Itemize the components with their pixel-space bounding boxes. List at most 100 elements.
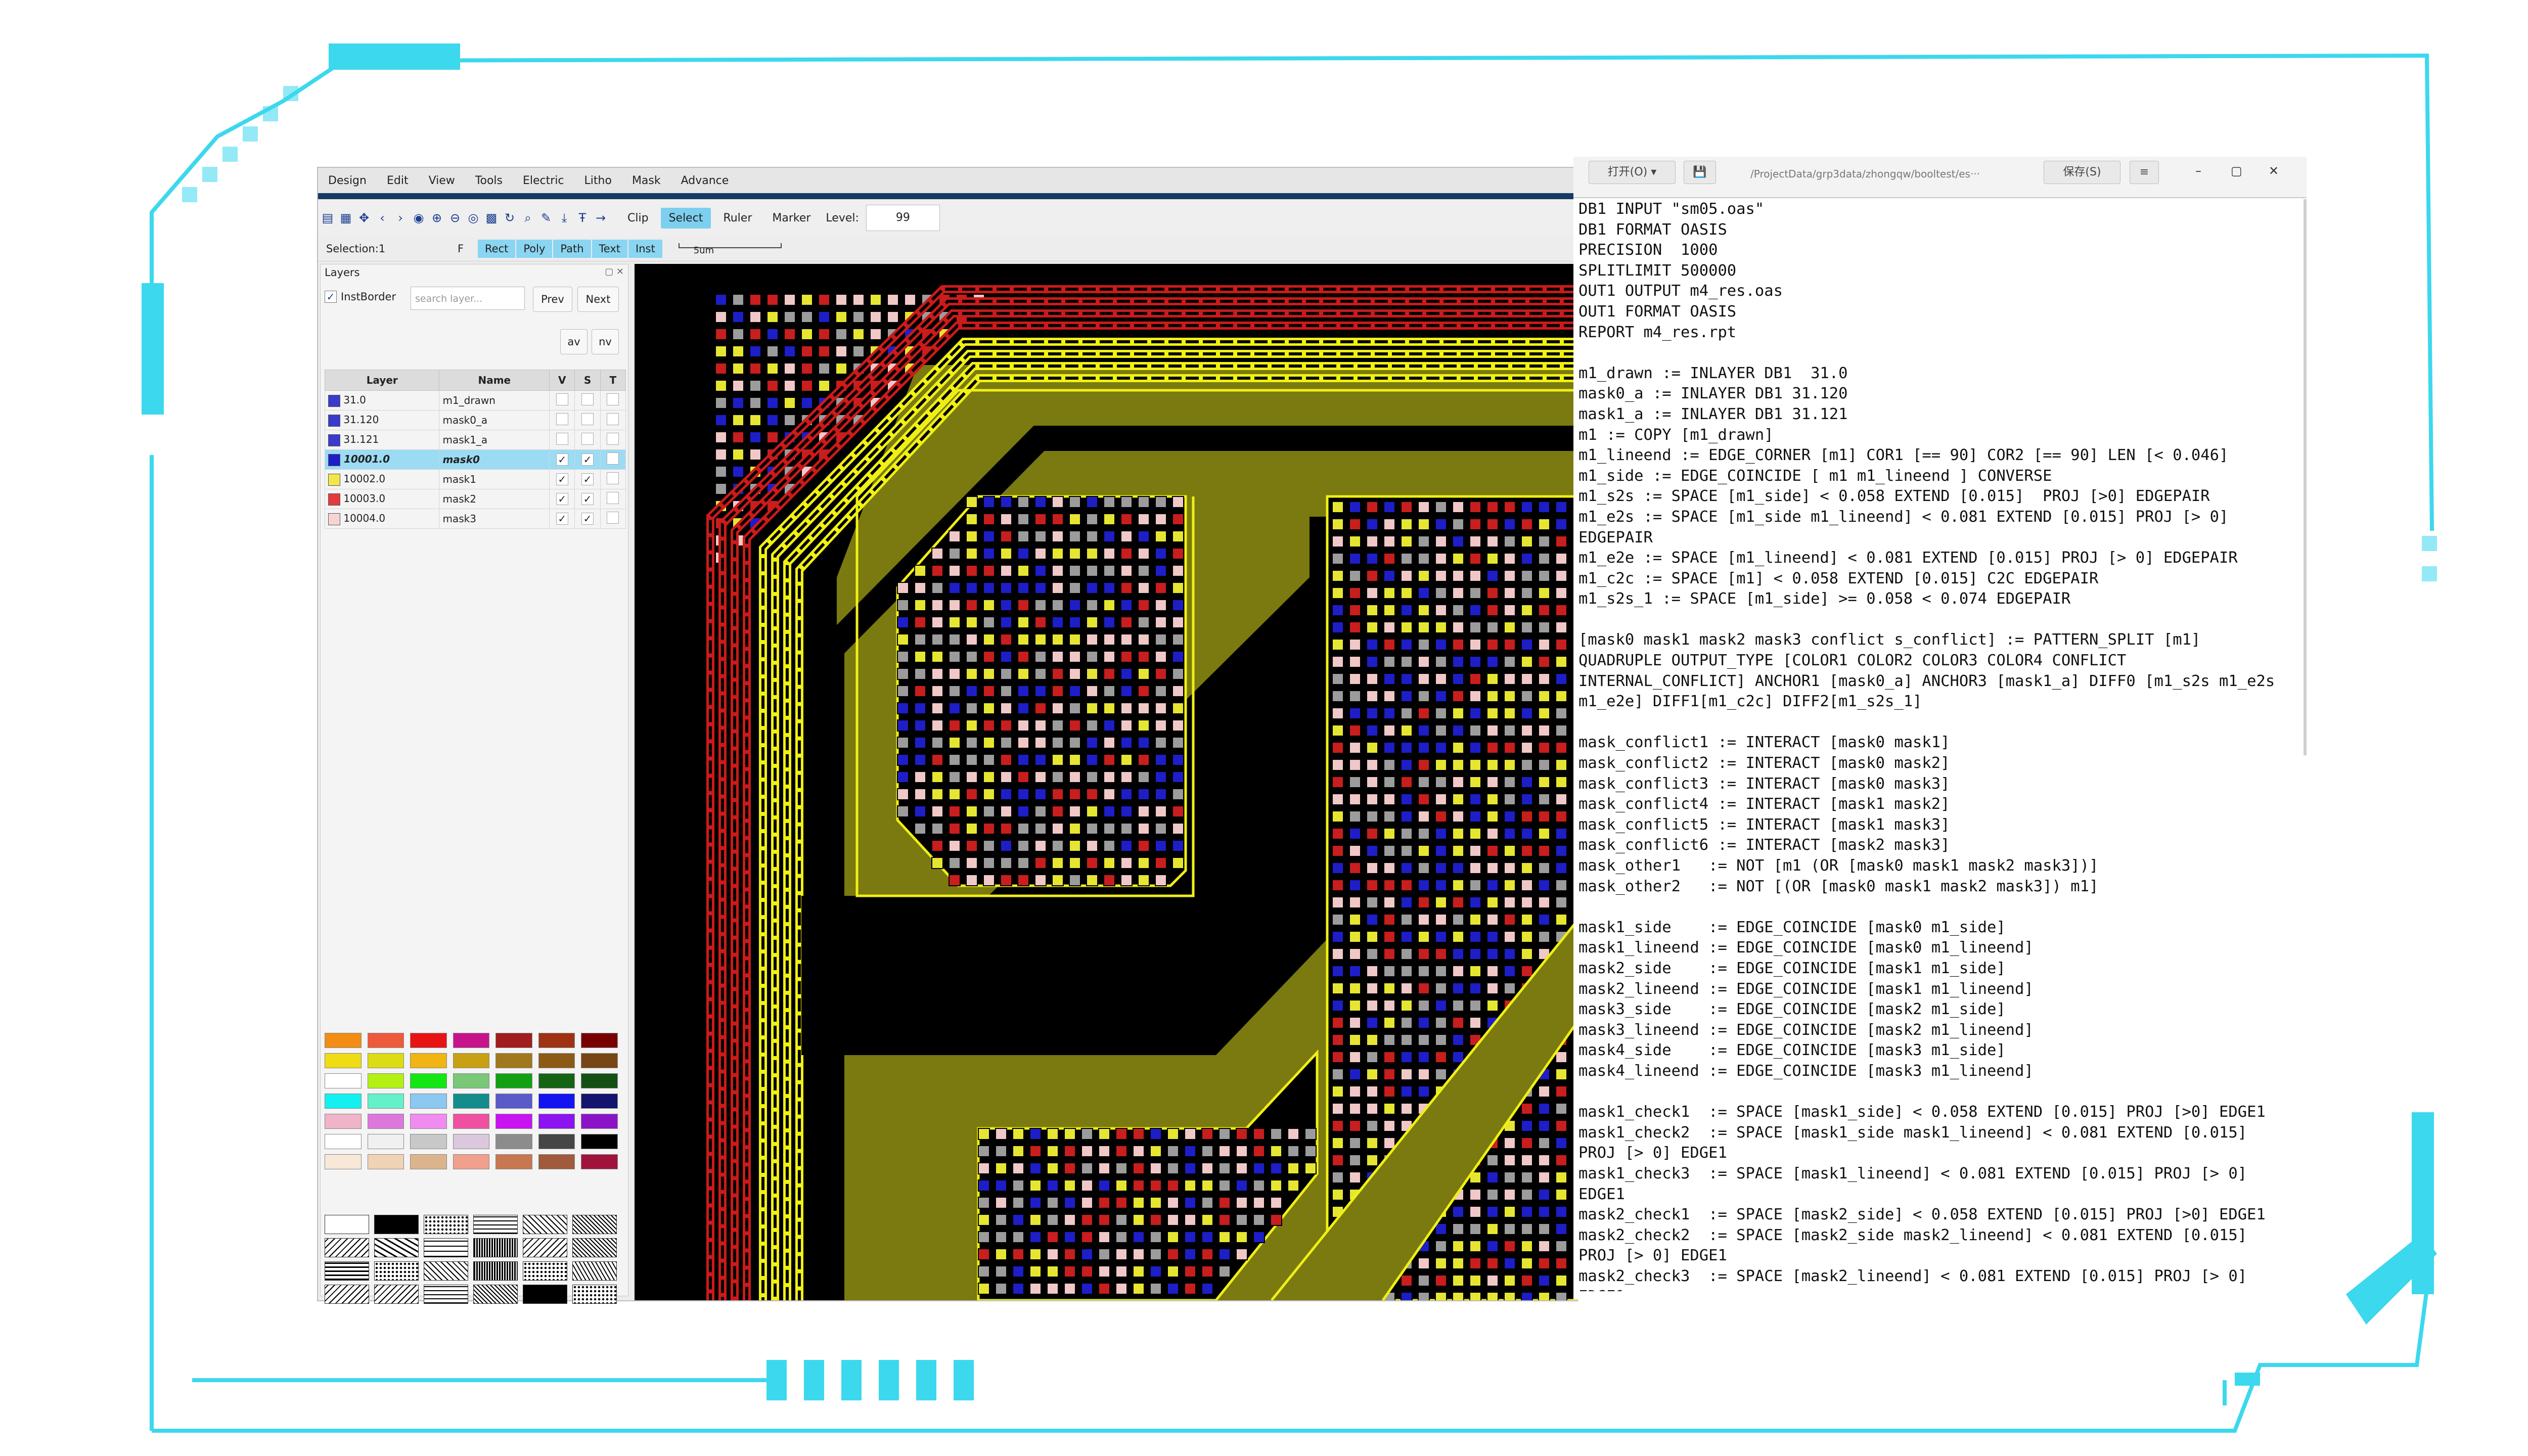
pattern-swatch-bricks[interactable] (424, 1238, 468, 1257)
palette-color-swatch[interactable] (367, 1114, 404, 1129)
palette-color-swatch[interactable] (581, 1073, 618, 1088)
selectable-checkbox[interactable] (581, 413, 594, 425)
palette-color-swatch[interactable] (325, 1134, 362, 1149)
text-cursor-icon[interactable]: Ŧ (577, 212, 588, 224)
palette-color-swatch[interactable] (410, 1053, 447, 1068)
text-mode-button[interactable]: Text (592, 240, 628, 258)
t-checkbox[interactable] (607, 511, 619, 524)
search-layer-input[interactable]: search layer... (411, 287, 525, 310)
layer-row[interactable]: 31.0 m1_drawn (324, 390, 626, 411)
palette-color-swatch[interactable] (367, 1073, 404, 1088)
layer-color-swatch[interactable] (328, 473, 340, 486)
palette-color-swatch[interactable] (325, 1154, 362, 1169)
layer-color-swatch[interactable] (328, 394, 340, 407)
palette-color-swatch[interactable] (410, 1094, 447, 1109)
menu-edit[interactable]: Edit (377, 174, 419, 187)
layer-row[interactable]: 31.120 mask0_a (324, 410, 626, 430)
palette-color-swatch[interactable] (495, 1094, 532, 1109)
pattern-swatch-cross[interactable] (424, 1261, 468, 1281)
menu-advance[interactable]: Advance (671, 174, 739, 187)
pattern-swatch-waves[interactable] (572, 1261, 617, 1281)
visible-checkbox[interactable] (556, 413, 568, 425)
palette-color-swatch[interactable] (410, 1114, 447, 1129)
palette-color-swatch[interactable] (538, 1073, 575, 1088)
menu-icon[interactable]: ≡ (2130, 161, 2159, 184)
pattern-swatch-grid[interactable] (424, 1285, 468, 1304)
palette-color-swatch[interactable] (453, 1114, 490, 1129)
visible-checkbox[interactable]: ✓ (556, 513, 568, 525)
pattern-swatch-diag[interactable] (325, 1285, 369, 1304)
save-button[interactable]: 保存(S) (2044, 161, 2120, 184)
layer-row[interactable]: 31.121 mask1_a (324, 430, 626, 450)
save-icon[interactable]: ▤ (322, 212, 334, 224)
column-header-selectable[interactable]: S (574, 370, 601, 391)
chevron-right-icon[interactable]: › (395, 212, 406, 224)
checkbox-checked-icon[interactable]: ✓ (325, 291, 337, 303)
minimize-icon[interactable]: – (2195, 164, 2201, 178)
select-button[interactable]: Select (660, 207, 711, 229)
search-icon[interactable]: ⌕ (522, 212, 533, 224)
column-header-layer[interactable]: Layer (324, 370, 440, 391)
column-header-t[interactable]: T (600, 370, 626, 391)
pattern-swatch-grid[interactable] (473, 1215, 518, 1234)
pattern-swatch-cross[interactable] (523, 1215, 567, 1234)
palette-color-swatch[interactable] (367, 1134, 404, 1149)
layer-row[interactable]: 10002.0 mask1 ✓ ✓ (324, 469, 626, 489)
selectable-checkbox[interactable] (581, 432, 594, 445)
layer-color-swatch[interactable] (328, 414, 340, 427)
palette-color-swatch[interactable] (453, 1073, 490, 1088)
pattern-swatch-solid[interactable] (374, 1215, 419, 1234)
palette-color-swatch[interactable] (581, 1094, 618, 1109)
save-file-icon[interactable]: 💾 (1684, 161, 1716, 184)
selectable-checkbox[interactable]: ✓ (581, 453, 594, 466)
palette-color-swatch[interactable] (581, 1033, 618, 1048)
pattern-swatch-hatch[interactable] (473, 1285, 518, 1304)
panel-dock-controls[interactable]: ▢ ✕ (605, 266, 624, 277)
pencil-icon[interactable]: ✎ (540, 212, 552, 224)
menu-design[interactable]: Design (318, 174, 377, 187)
palette-color-swatch[interactable] (325, 1073, 362, 1088)
pattern-swatch-dots[interactable] (572, 1285, 617, 1304)
pattern-swatch-hatch[interactable] (572, 1238, 617, 1257)
palette-color-swatch[interactable] (581, 1114, 618, 1129)
selectable-checkbox[interactable]: ✓ (581, 473, 594, 485)
visible-checkbox[interactable]: ✓ (556, 453, 568, 466)
inst-mode-button[interactable]: Inst (628, 240, 662, 258)
pattern-swatch-dots[interactable] (523, 1261, 567, 1281)
av-button[interactable]: av (560, 329, 588, 354)
script-code[interactable]: DB1 INPUT "sm05.oas" DB1 FORMAT OASIS PREC… (1578, 199, 2296, 1291)
pattern-swatch-solid[interactable] (523, 1285, 567, 1304)
palette-color-swatch[interactable] (453, 1053, 490, 1068)
path-mode-button[interactable]: Path (553, 240, 591, 258)
arrow-right-icon[interactable]: → (595, 212, 606, 224)
level-input[interactable]: 99 (866, 205, 940, 231)
palette-color-swatch[interactable] (453, 1134, 490, 1149)
palette-color-swatch[interactable] (581, 1154, 618, 1169)
marker-button[interactable]: Marker (764, 208, 819, 229)
pattern-swatch-blank[interactable] (325, 1215, 369, 1234)
menu-view[interactable]: View (419, 174, 465, 187)
anchor-icon[interactable]: ⤓ (559, 212, 570, 224)
column-header-name[interactable]: Name (439, 370, 550, 391)
palette-color-swatch[interactable] (410, 1134, 447, 1149)
zoom-in-icon[interactable]: ⊕ (431, 212, 442, 224)
t-checkbox[interactable] (607, 393, 619, 405)
layer-color-swatch[interactable] (328, 513, 340, 525)
refresh-icon[interactable]: ↻ (504, 212, 515, 224)
close-icon[interactable]: ✕ (2269, 164, 2279, 178)
palette-color-swatch[interactable] (538, 1053, 575, 1068)
palette-color-swatch[interactable] (325, 1114, 362, 1129)
prev-button[interactable]: Prev (533, 287, 572, 312)
layer-color-swatch[interactable] (328, 434, 340, 446)
palette-color-swatch[interactable] (495, 1073, 532, 1088)
layer-row[interactable]: 10004.0 mask3 ✓ ✓ (324, 509, 626, 529)
clip-button[interactable]: Clip (619, 208, 657, 229)
palette-color-swatch[interactable] (538, 1134, 575, 1149)
pattern-swatch-hatch[interactable] (572, 1215, 617, 1234)
pattern-swatch-dots[interactable] (374, 1261, 419, 1281)
layer-row[interactable]: 10001.0 mask0 ✓ ✓ (324, 449, 626, 470)
visible-checkbox[interactable]: ✓ (556, 493, 568, 505)
next-button[interactable]: Next (577, 287, 619, 312)
palette-color-swatch[interactable] (367, 1053, 404, 1068)
pattern-swatch-diag2[interactable] (374, 1238, 419, 1257)
